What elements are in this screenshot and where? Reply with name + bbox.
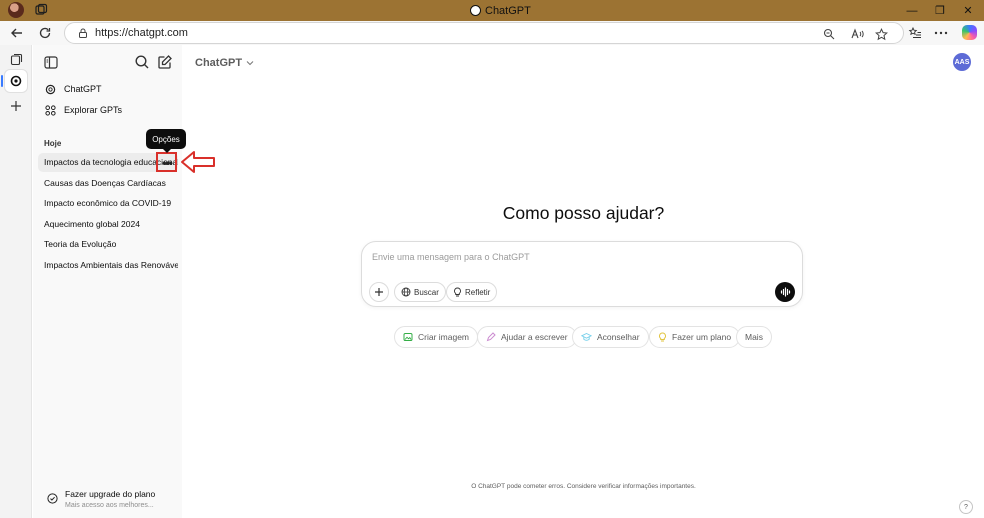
upgrade-badge-icon — [47, 493, 58, 504]
section-label-today: Hoje — [44, 139, 62, 148]
annotation-arrow-icon — [181, 151, 215, 173]
browser-title-bar: ChatGPT — ❐ ✕ — [0, 0, 984, 21]
upgrade-title: Fazer upgrade do plano — [65, 489, 156, 499]
pen-icon — [486, 332, 496, 342]
upgrade-plan-button[interactable]: Fazer upgrade do plano Mais acesso aos m… — [41, 486, 177, 512]
page-title: Como posso ajudar? — [502, 203, 665, 223]
suggestion-label: Ajudar a escrever — [501, 332, 568, 342]
close-button[interactable]: ✕ — [952, 0, 984, 21]
suggestion-make-plan[interactable]: Fazer um plano — [649, 326, 741, 348]
more-menu-icon[interactable] — [932, 24, 950, 42]
profile-avatar-icon[interactable] — [8, 2, 24, 18]
chat-item[interactable]: Impactos Ambientais das Renováveis — [38, 256, 178, 275]
reason-button-label: Refletir — [465, 287, 491, 297]
address-bar[interactable]: https://chatgpt.com — [64, 22, 904, 44]
favorites-list-icon[interactable] — [906, 24, 924, 42]
help-button[interactable]: ? — [959, 500, 973, 514]
suggestion-label: Mais — [745, 332, 763, 342]
attach-button[interactable] — [369, 282, 389, 302]
chatgpt-tab-icon — [470, 5, 481, 16]
new-tab-button[interactable] — [5, 95, 27, 117]
model-name: ChatGPT — [195, 57, 243, 69]
sidebar-item-chatgpt[interactable]: ChatGPT — [39, 79, 177, 99]
suggestion-more[interactable]: Mais — [736, 326, 772, 348]
refresh-icon[interactable] — [36, 24, 54, 42]
chat-sidebar: ChatGPT Explorar GPTs Hoje Impactos da t… — [33, 45, 182, 518]
chatgpt-logo-icon — [45, 84, 56, 95]
lightbulb-icon — [659, 332, 666, 342]
read-aloud-icon[interactable] — [849, 26, 865, 42]
search-button-label: Buscar — [414, 287, 439, 297]
chat-item[interactable]: Aquecimento global 2024 — [38, 215, 178, 234]
chat-item[interactable]: Causas das Doenças Cardíacas — [38, 174, 178, 193]
model-selector[interactable]: ChatGPT — [195, 55, 254, 71]
graduation-cap-icon — [581, 332, 592, 341]
lightbulb-icon — [454, 287, 461, 297]
browser-toolbar: https://chatgpt.com — [0, 21, 984, 45]
image-icon — [403, 333, 413, 341]
chat-main: ChatGPT AAS Como posso ajudar? Envie uma… — [183, 45, 984, 518]
options-tooltip: Opções — [146, 129, 186, 153]
sidebar-toggle-icon[interactable] — [44, 56, 58, 69]
grid-icon — [45, 104, 56, 116]
sidebar-item-label: Explorar GPTs — [64, 105, 123, 115]
window-title-text: ChatGPT — [485, 4, 531, 17]
suggestion-help-write[interactable]: Ajudar a escrever — [477, 326, 577, 348]
sidebar-item-explore-gpts[interactable]: Explorar GPTs — [39, 100, 177, 120]
chat-options-button[interactable]: ••• — [157, 153, 177, 172]
favorite-star-icon[interactable] — [873, 26, 889, 42]
disclaimer-text: O ChatGPT pode cometer erros. Considere … — [471, 483, 696, 490]
plus-icon — [375, 288, 383, 296]
voice-mode-button[interactable] — [775, 282, 795, 302]
suggestion-label: Criar imagem — [418, 332, 470, 342]
tab-actions-icon[interactable] — [5, 48, 27, 70]
chatgpt-tab[interactable] — [5, 70, 27, 92]
zoom-icon[interactable] — [821, 26, 837, 42]
active-tab-indicator — [1, 75, 3, 87]
search-button[interactable]: Buscar — [394, 282, 446, 302]
voice-waveform-icon — [780, 287, 790, 297]
suggestion-create-image[interactable]: Criar imagem — [394, 326, 479, 348]
suggestion-advise[interactable]: Aconselhar — [572, 326, 649, 348]
sidebar-item-label: ChatGPT — [64, 84, 102, 94]
chat-item[interactable]: Teoria da Evolução — [38, 235, 178, 254]
back-arrow-icon[interactable] — [8, 24, 26, 42]
workspaces-icon[interactable] — [34, 3, 48, 17]
search-icon[interactable] — [134, 54, 150, 70]
suggestion-label: Aconselhar — [597, 332, 640, 342]
vertical-tab-strip — [0, 45, 32, 518]
message-composer[interactable]: Envie uma mensagem para o ChatGPT Buscar… — [361, 241, 803, 307]
message-input[interactable]: Envie uma mensagem para o ChatGPT — [372, 252, 530, 262]
suggestion-label: Fazer um plano — [672, 332, 732, 342]
chat-item[interactable]: Impacto econômico da COVID-19 — [38, 194, 178, 213]
window-title: ChatGPT — [470, 3, 531, 18]
chevron-down-icon — [246, 61, 254, 66]
user-avatar[interactable]: AAS — [953, 53, 971, 71]
chatgpt-logo-icon — [10, 75, 22, 87]
lock-icon[interactable] — [77, 27, 89, 39]
reason-button[interactable]: Refletir — [446, 282, 498, 302]
globe-icon — [401, 287, 411, 297]
url-text[interactable]: https://chatgpt.com — [95, 27, 188, 39]
copilot-icon[interactable] — [962, 25, 977, 40]
upgrade-subtitle: Mais acesso aos melhores... — [65, 502, 154, 509]
new-chat-icon[interactable] — [157, 54, 173, 70]
